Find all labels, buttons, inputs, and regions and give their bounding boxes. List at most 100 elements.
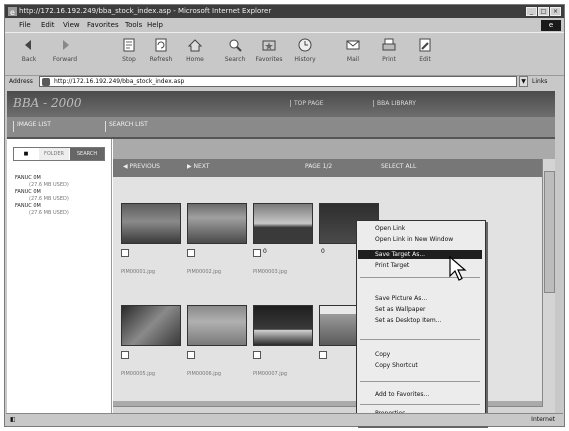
thumbnail-checkbox[interactable]: [121, 351, 129, 359]
thumbnail-image[interactable]: [187, 305, 247, 346]
next-button[interactable]: ▶ NEXT: [187, 163, 209, 170]
page-icon: [42, 78, 50, 86]
status-bar: ◧ Internet: [6, 413, 563, 426]
thumbnail-checkbox[interactable]: [187, 351, 195, 359]
menu-view[interactable]: View: [63, 21, 80, 29]
title-bar: e http://172.16.192.249/bba_stock_index.…: [5, 5, 564, 18]
menu-copy-shortcut[interactable]: Copy Shortcut: [375, 362, 418, 369]
close-button[interactable]: ×: [550, 7, 561, 16]
thumbnail-filename: PIM00006.jpg: [187, 371, 222, 377]
scrollbar-thumb[interactable]: [544, 171, 555, 293]
menu-set-as-desktop-item[interactable]: Set as Desktop Item...: [375, 317, 442, 324]
svg-text:e: e: [10, 8, 15, 16]
edit-button[interactable]: Edit: [411, 37, 439, 63]
thumbnail-image[interactable]: [121, 305, 181, 346]
thumbnail-checkbox[interactable]: [187, 249, 195, 257]
menu-edit[interactable]: Edit: [41, 21, 55, 29]
drive-size: (27.6 MB USED): [29, 196, 69, 202]
thumbnail-filename: PIM00005.jpg: [121, 371, 156, 377]
thumbnail-checkbox[interactable]: [121, 249, 129, 257]
thumbnail-checkbox[interactable]: [253, 351, 261, 359]
refresh-button[interactable]: Refresh: [147, 37, 175, 63]
stop-button[interactable]: Stop: [115, 37, 143, 63]
paging-bar: ◀ PREVIOUS ▶ NEXT PAGE 1/2 SELECT ALL: [113, 159, 555, 177]
address-dropdown-button[interactable]: ▼: [519, 76, 528, 87]
stop-icon: [123, 38, 135, 52]
mail-button[interactable]: Mail: [339, 37, 367, 63]
search-icon: [229, 39, 242, 52]
thumbnail-count: 0: [263, 248, 267, 255]
maximize-button[interactable]: □: [538, 7, 549, 16]
thumbnail-checkbox[interactable]: [253, 249, 261, 257]
drive-item[interactable]: FANUC 0M: [15, 203, 69, 210]
menu-open-link[interactable]: Open Link: [375, 225, 405, 232]
menu-print-target[interactable]: Print Target: [375, 262, 409, 269]
favorites-icon: [262, 40, 276, 51]
search-button[interactable]: Search: [221, 37, 249, 63]
thumbnail-image[interactable]: [253, 305, 313, 346]
toolbar: Back Forward Stop Refresh Home Search Fa…: [5, 32, 564, 76]
thumbnail-filename: PIM00003.jpg: [253, 269, 288, 275]
drive-tree: FANUC 0M (27.6 MB USED) FANUC 0M (27.6 M…: [15, 175, 69, 217]
print-button[interactable]: Print: [375, 37, 403, 63]
links-button[interactable]: Links: [532, 78, 547, 85]
menu-copy[interactable]: Copy: [375, 351, 390, 358]
ie-app-icon: e: [8, 7, 17, 16]
select-all-button[interactable]: SELECT ALL: [381, 163, 416, 170]
thumbnail-filename: PIM00001.jpg: [121, 269, 156, 275]
back-arrow-icon: [25, 40, 31, 50]
drive-item[interactable]: FANUC 0M: [15, 175, 69, 182]
nav-library[interactable]: BBA LIBRARY: [373, 100, 416, 107]
folder-button[interactable]: FOLDER: [39, 148, 69, 160]
history-icon: [298, 38, 312, 52]
thumbnail-filename: PIM00007.jpg: [253, 371, 288, 377]
view-mode-buttons: ■ FOLDER SEARCH: [13, 147, 105, 161]
menu-save-picture-as[interactable]: Save Picture As...: [375, 295, 427, 302]
context-menu: Open Link Open Link in New Window Save T…: [356, 220, 486, 426]
address-label: Address: [9, 78, 33, 85]
nav-top-page[interactable]: TOP PAGE: [290, 100, 324, 107]
menu-help[interactable]: Help: [147, 21, 163, 29]
site-banner: BBA - 2000 TOP PAGE BBA LIBRARY: [7, 91, 555, 117]
thumbnail-checkbox[interactable]: [319, 351, 327, 359]
history-button[interactable]: History: [291, 37, 319, 63]
previous-button[interactable]: ◀ PREVIOUS: [123, 163, 160, 170]
favorites-button[interactable]: Favorites: [255, 37, 283, 63]
menu-favorites[interactable]: Favorites: [87, 21, 119, 29]
menu-set-as-wallpaper[interactable]: Set as Wallpaper: [375, 306, 425, 313]
window-title: http://172.16.192.249/bba_stock_index.as…: [19, 7, 272, 15]
menu-file[interactable]: File: [19, 21, 31, 29]
view-mode-icon-button[interactable]: ■: [14, 148, 38, 160]
search-mode-button[interactable]: SEARCH: [70, 148, 104, 160]
drive-item[interactable]: FANUC 0M: [15, 189, 69, 196]
drive-size: (27.6 MB USED): [29, 182, 69, 188]
menu-save-target-as[interactable]: Save Target As...: [375, 251, 425, 258]
home-button[interactable]: Home: [181, 37, 209, 63]
menu-separator: [360, 381, 480, 382]
thumbnail-count: 0: [321, 248, 325, 255]
page-indicator: PAGE 1/2: [305, 163, 333, 170]
address-bar: Address http://172.16.192.249/bba_stock_…: [5, 75, 564, 89]
menu-bar: File Edit View Favorites Tools Help: [5, 19, 564, 31]
tab-search-list[interactable]: SEARCH LIST: [105, 121, 148, 132]
site-logo: BBA - 2000: [13, 96, 82, 110]
address-input[interactable]: http://172.16.192.249/bba_stock_index.as…: [39, 76, 517, 87]
forward-button[interactable]: Forward: [51, 37, 79, 63]
image-list-area: ◀ PREVIOUS ▶ NEXT PAGE 1/2 SELECT ALL PI…: [113, 139, 555, 417]
tab-image-list[interactable]: IMAGE LIST: [13, 121, 51, 132]
section-nav: IMAGE LIST SEARCH LIST: [7, 117, 555, 139]
mouse-pointer-icon: [449, 256, 467, 281]
thumbnail-filename: PIM00002.jpg: [187, 269, 222, 275]
thumbnail-image[interactable]: [187, 203, 247, 244]
menu-add-to-favorites[interactable]: Add to Favorites...: [375, 391, 429, 398]
address-value: http://172.16.192.249/bba_stock_index.as…: [54, 78, 185, 85]
vertical-scrollbar[interactable]: [542, 159, 555, 415]
minimize-button[interactable]: _: [526, 7, 537, 16]
thumbnail-image[interactable]: [253, 203, 313, 244]
menu-tools[interactable]: Tools: [125, 21, 142, 29]
thumbnail-image[interactable]: [121, 203, 181, 244]
menu-open-link-new-window[interactable]: Open Link in New Window: [375, 236, 453, 243]
status-page-icon: ◧: [10, 416, 16, 423]
print-icon: [382, 38, 396, 51]
back-button[interactable]: Back: [15, 37, 43, 63]
